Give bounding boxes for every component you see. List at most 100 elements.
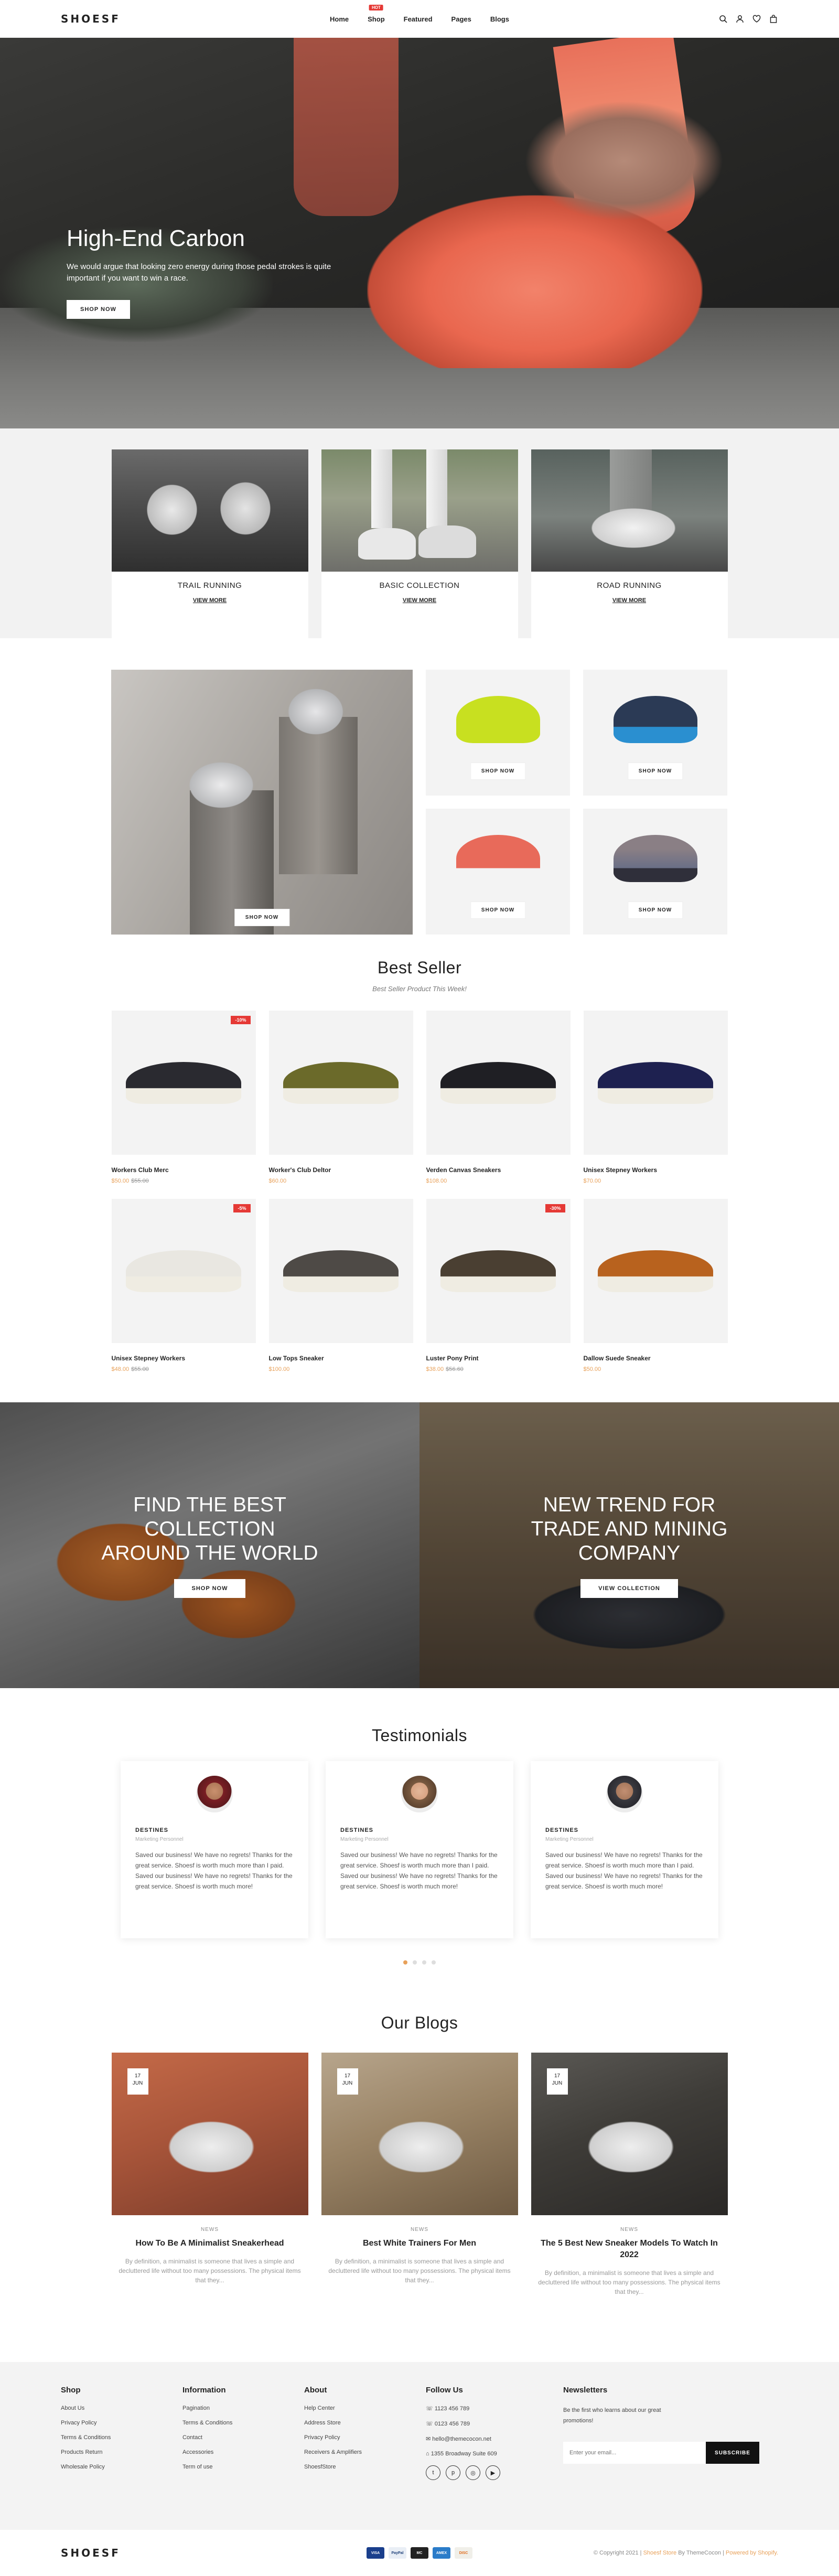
blog-title[interactable]: The 5 Best New Sneaker Models To Watch I… (531, 2238, 728, 2261)
site-logo[interactable]: SHOESF (61, 13, 121, 25)
blog-card[interactable]: 17 JUN NEWS How To Be A Minimalist Sneake… (111, 2053, 308, 2296)
footer-link[interactable]: About Us (61, 2405, 182, 2411)
carousel-dot[interactable] (413, 1960, 417, 1965)
footer-link[interactable]: Contact (182, 2434, 304, 2441)
blog-category[interactable]: NEWS (321, 2227, 518, 2232)
user-icon[interactable] (735, 14, 745, 24)
product-price: $50.00 (584, 1366, 728, 1372)
product-name[interactable]: Verden Canvas Sneakers (426, 1166, 571, 1174)
product-name[interactable]: Worker's Club Deltor (269, 1166, 413, 1174)
banner-find-collection[interactable]: FIND THE BEST COLLECTION AROUND THE WORL… (0, 1402, 420, 1688)
product-image[interactable]: -30% (426, 1199, 571, 1343)
promo-shop-now-button[interactable]: SHOP NOW (234, 909, 290, 926)
hero-shop-now-button[interactable]: SHOP NOW (67, 300, 130, 319)
footer-logo[interactable]: SHOESF (61, 2547, 121, 2559)
pinterest-icon[interactable]: p (446, 2465, 460, 2480)
footer-link[interactable]: Terms & Conditions (61, 2434, 182, 2441)
footer-link[interactable]: ShoesfStore (304, 2464, 426, 2470)
product-image[interactable]: -10% (111, 1011, 256, 1155)
nav-pages[interactable]: Pages (451, 15, 471, 23)
collection-view-more-link[interactable]: VIEW MORE (531, 597, 728, 604)
promo-product-card[interactable]: SHOP NOW (426, 809, 570, 935)
footer-link[interactable]: Products Return (61, 2449, 182, 2455)
banner-view-collection-button[interactable]: VIEW COLLECTION (580, 1579, 678, 1598)
instagram-icon[interactable]: ◎ (466, 2465, 480, 2480)
youtube-icon[interactable]: ▶ (486, 2465, 500, 2480)
footer-link[interactable]: Receivers & Amplifiers (304, 2449, 426, 2455)
banner-shop-now-button[interactable]: SHOP NOW (174, 1579, 246, 1598)
nav-shop[interactable]: Shop HOT (368, 4, 385, 23)
footer-link[interactable]: Privacy Policy (61, 2420, 182, 2426)
footer-link[interactable]: Accessories (182, 2449, 304, 2455)
product-image[interactable] (426, 1011, 571, 1155)
subscribe-button[interactable]: SUBSCRIBE (706, 2442, 759, 2464)
blog-image[interactable]: 17 JUN (531, 2053, 728, 2215)
product-name[interactable]: Low Tops Sneaker (269, 1355, 413, 1362)
promo-product-card[interactable]: SHOP NOW (583, 809, 727, 935)
blog-category[interactable]: NEWS (112, 2227, 308, 2232)
promo-product-card[interactable]: SHOP NOW (583, 670, 727, 796)
blog-category[interactable]: NEWS (531, 2227, 728, 2232)
copyright-powered-link[interactable]: Powered by Shopify. (726, 2550, 778, 2556)
promo-shop-now-button[interactable]: SHOP NOW (627, 901, 683, 919)
blogs-title: Our Blogs (381, 2013, 458, 2032)
twitter-icon[interactable]: t (426, 2465, 440, 2480)
footer-link[interactable]: Privacy Policy (304, 2434, 426, 2441)
footer-link[interactable]: Help Center (304, 2405, 426, 2411)
promo-shop-now-button[interactable]: SHOP NOW (470, 901, 526, 919)
search-icon[interactable] (718, 14, 728, 24)
promo-shop-now-button[interactable]: SHOP NOW (470, 763, 526, 780)
product-name[interactable]: Dallow Suede Sneaker (584, 1355, 728, 1362)
collection-view-more-link[interactable]: VIEW MORE (321, 597, 518, 604)
product-image[interactable] (268, 1011, 413, 1155)
footer-link[interactable]: Pagination (182, 2405, 304, 2411)
promo-product-card[interactable]: SHOP NOW (426, 670, 570, 796)
carousel-dot[interactable] (422, 1960, 426, 1965)
cart-icon[interactable] (769, 14, 778, 24)
blog-title[interactable]: How To Be A Minimalist Sneakerhead (112, 2238, 308, 2249)
product-name[interactable]: Luster Pony Print (426, 1355, 571, 1362)
blog-card[interactable]: 17 JUN NEWS Best White Trainers For Men B… (321, 2053, 518, 2296)
blog-card[interactable]: 17 JUN NEWS The 5 Best New Sneaker Models… (531, 2053, 728, 2296)
product-card[interactable]: -5% Unisex Stepney Workers $48.00 $55.00 (111, 1199, 256, 1372)
collection-card[interactable]: TRAIL RUNNING VIEW MORE (111, 449, 308, 638)
product-card[interactable]: Verden Canvas Sneakers $108.00 (426, 1011, 571, 1184)
collection-card[interactable]: ROAD RUNNING VIEW MORE (531, 449, 728, 638)
footer-link[interactable]: Wholesale Policy (61, 2464, 182, 2470)
product-card[interactable]: -30% Luster Pony Print $38.00 $56.60 (426, 1199, 571, 1372)
blog-title[interactable]: Best White Trainers For Men (321, 2238, 518, 2249)
collection-view-more-link[interactable]: VIEW MORE (112, 597, 308, 604)
nav-featured[interactable]: Featured (404, 15, 433, 23)
banner-new-trend[interactable]: NEW TREND FOR TRADE AND MINING COMPANY V… (420, 1402, 839, 1688)
product-card[interactable]: Unisex Stepney Workers $70.00 (583, 1011, 728, 1184)
collection-card[interactable]: BASIC COLLECTION VIEW MORE (321, 449, 518, 638)
footer-link[interactable]: Term of use (182, 2464, 304, 2470)
product-card[interactable]: Worker's Club Deltor $60.00 (268, 1011, 413, 1184)
blog-image[interactable]: 17 JUN (321, 2053, 518, 2215)
product-image[interactable] (583, 1199, 728, 1343)
product-image[interactable] (583, 1011, 728, 1155)
product-card[interactable]: -10% Workers Club Merc $50.00 $55.00 (111, 1011, 256, 1184)
product-name[interactable]: Workers Club Merc (112, 1166, 256, 1174)
sneaker-shape (126, 1250, 241, 1292)
product-image[interactable]: -5% (111, 1199, 256, 1343)
promo-shop-now-button[interactable]: SHOP NOW (627, 763, 683, 780)
carousel-dot[interactable] (403, 1960, 407, 1965)
nav-home[interactable]: Home (330, 15, 349, 23)
nav-blogs[interactable]: Blogs (490, 15, 509, 23)
product-image[interactable] (268, 1199, 413, 1343)
product-name[interactable]: Unisex Stepney Workers (584, 1166, 728, 1174)
sale-badge: -5% (233, 1204, 251, 1212)
product-card[interactable]: Low Tops Sneaker $100.00 (268, 1199, 413, 1372)
newsletter-email-input[interactable] (563, 2442, 706, 2464)
heart-icon[interactable] (752, 14, 761, 24)
footer-email-text[interactable]: hello@themecocon.net (432, 2436, 491, 2442)
copyright-brand-link[interactable]: Shoesf Store (643, 2550, 677, 2556)
product-name[interactable]: Unisex Stepney Workers (112, 1355, 256, 1362)
footer-link[interactable]: Address Store (304, 2420, 426, 2426)
footer-link[interactable]: Terms & Conditions (182, 2420, 304, 2426)
product-card[interactable]: Dallow Suede Sneaker $50.00 (583, 1199, 728, 1372)
carousel-dot[interactable] (432, 1960, 436, 1965)
promo-feature-card[interactable]: SHOP NOW (111, 670, 413, 935)
blog-image[interactable]: 17 JUN (111, 2053, 308, 2215)
